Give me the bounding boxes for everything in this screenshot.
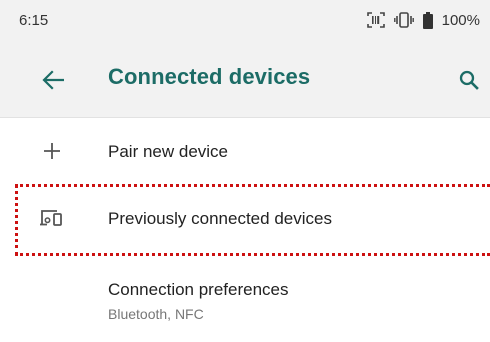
search-icon: [459, 70, 479, 90]
pair-new-device-label: Pair new device: [108, 142, 229, 161]
pair-new-device-item[interactable]: Pair new device: [0, 118, 490, 184]
app-bar: Connected devices: [0, 40, 490, 118]
status-bar: 6:15 100%: [0, 0, 490, 40]
status-time: 6:15: [19, 11, 49, 29]
vibrate-icon: [393, 12, 414, 28]
connection-preferences-label: Connection preferences: [108, 280, 289, 299]
page-title: Connected devices: [108, 64, 311, 89]
connection-preferences-item[interactable]: Connection preferences Bluetooth, NFC: [0, 256, 490, 342]
previously-connected-devices-label: Previously connected devices: [108, 209, 332, 228]
scanner-icon: [366, 12, 385, 28]
connection-preferences-subtitle: Bluetooth, NFC: [108, 306, 204, 322]
status-icons: 100%: [366, 11, 480, 29]
battery-icon: [422, 11, 433, 29]
arrow-back-icon: [42, 70, 64, 90]
back-button[interactable]: [37, 64, 69, 96]
battery-percent: 100%: [441, 11, 480, 29]
previously-connected-devices-item[interactable]: Previously connected devices: [0, 184, 490, 256]
devices-icon: [36, 202, 68, 234]
plus-icon: [36, 135, 68, 167]
search-button[interactable]: [454, 64, 484, 96]
